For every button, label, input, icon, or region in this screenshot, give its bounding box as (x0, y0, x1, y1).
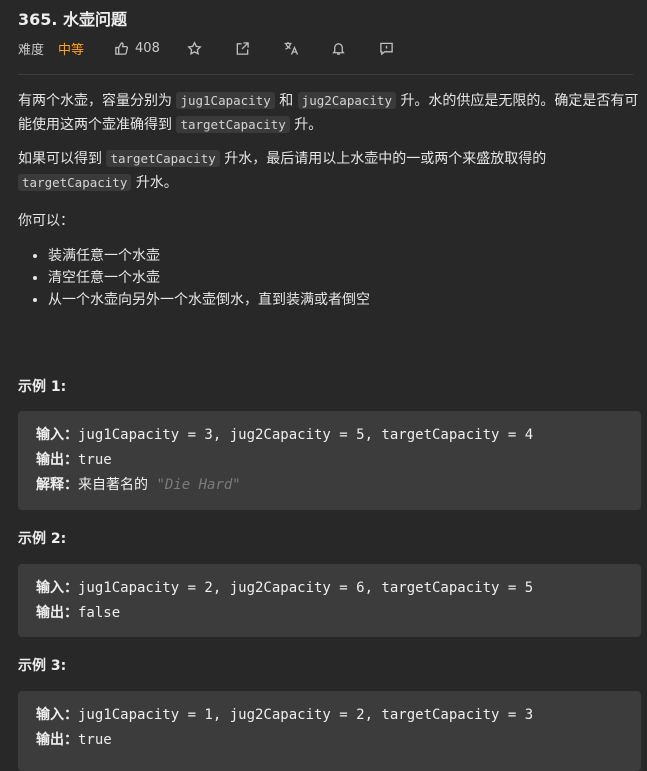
description-paragraph-2: 如果可以得到 targetCapacity 升水，最后请用以上水壶中的一或两个来… (18, 147, 641, 195)
output-label: 输出： (36, 732, 78, 748)
output-label: 输出： (36, 605, 78, 621)
operations-list: 装满任意一个水壶 清空任意一个水壶 从一个水壶向另外一个水壶倒水，直到装满或者倒… (18, 245, 641, 311)
example-2-block: 输入：jug1Capacity = 2, jug2Capacity = 6, t… (18, 564, 641, 637)
share-button[interactable] (234, 39, 252, 57)
text-fragment: 升。 (294, 117, 323, 133)
list-item: 从一个水壶向另外一个水壶倒水，直到装满或者倒空 (48, 289, 641, 311)
inline-code: targetCapacity (106, 150, 220, 167)
like-count: 408 (135, 40, 160, 56)
output-value: true (78, 452, 112, 468)
description-paragraph-3: 你可以： (18, 213, 74, 229)
input-label: 输入： (36, 580, 78, 596)
explain-text: 来自著名的 (78, 477, 148, 493)
inline-code: targetCapacity (176, 116, 290, 133)
like-button[interactable]: 408 (114, 41, 160, 56)
share-icon (237, 41, 250, 55)
example-2-title: 示例 2: (18, 531, 67, 547)
input-value: jug1Capacity = 2, jug2Capacity = 6, targ… (78, 580, 534, 596)
explain-label: 解释： (36, 477, 78, 493)
text-fragment: 和 (279, 93, 294, 109)
thumbs-up-icon (115, 41, 129, 55)
difficulty-badge: 中等 (58, 42, 85, 58)
example-3-block: 输入：jug1Capacity = 1, jug2Capacity = 2, t… (18, 691, 641, 771)
feedback-icon (380, 42, 394, 56)
difficulty-label: 难度 (18, 42, 45, 58)
problem-description: 有两个水壶，容量分别为 jug1Capacity 和 jug2Capacity … (18, 89, 641, 311)
input-value: jug1Capacity = 1, jug2Capacity = 2, targ… (78, 707, 534, 723)
problem-meta-bar: 难度 中等 408 (18, 37, 426, 59)
output-value: false (78, 605, 121, 621)
example-1-block: 输入：jug1Capacity = 3, jug2Capacity = 5, t… (18, 411, 641, 510)
header-divider (18, 74, 633, 75)
favorite-button[interactable] (186, 39, 204, 57)
input-value: jug1Capacity = 3, jug2Capacity = 5, targ… (78, 427, 534, 443)
problem-title: 365. 水壶问题 (18, 10, 128, 29)
input-label: 输入： (36, 707, 78, 723)
translate-button[interactable] (282, 39, 300, 57)
translate-icon (284, 42, 298, 55)
text-fragment: 如果可以得到 (18, 151, 102, 167)
description-paragraph-1: 有两个水壶，容量分别为 jug1Capacity 和 jug2Capacity … (18, 89, 641, 137)
list-item: 装满任意一个水壶 (48, 245, 641, 267)
output-value: true (78, 732, 112, 748)
output-label: 输出： (36, 452, 78, 468)
text-fragment: 有两个水壶，容量分别为 (18, 93, 172, 109)
text-fragment: 升水。 (135, 175, 178, 191)
inline-code: targetCapacity (18, 174, 132, 191)
inline-code: jug1Capacity (176, 92, 275, 109)
text-fragment: 升水，最后请用以上水壶中的一或两个来盛放取得的 (224, 151, 547, 167)
inline-code: jug2Capacity (297, 92, 396, 109)
explain-quote: "Die Hard" (156, 477, 241, 493)
list-item: 清空任意一个水壶 (48, 267, 641, 289)
subscribe-button[interactable] (330, 39, 348, 57)
example-3-title: 示例 3: (18, 658, 67, 674)
input-label: 输入： (36, 427, 78, 443)
feedback-button[interactable] (378, 39, 396, 57)
example-1-title: 示例 1: (18, 379, 67, 395)
star-icon (187, 40, 203, 55)
bell-icon (332, 42, 346, 55)
